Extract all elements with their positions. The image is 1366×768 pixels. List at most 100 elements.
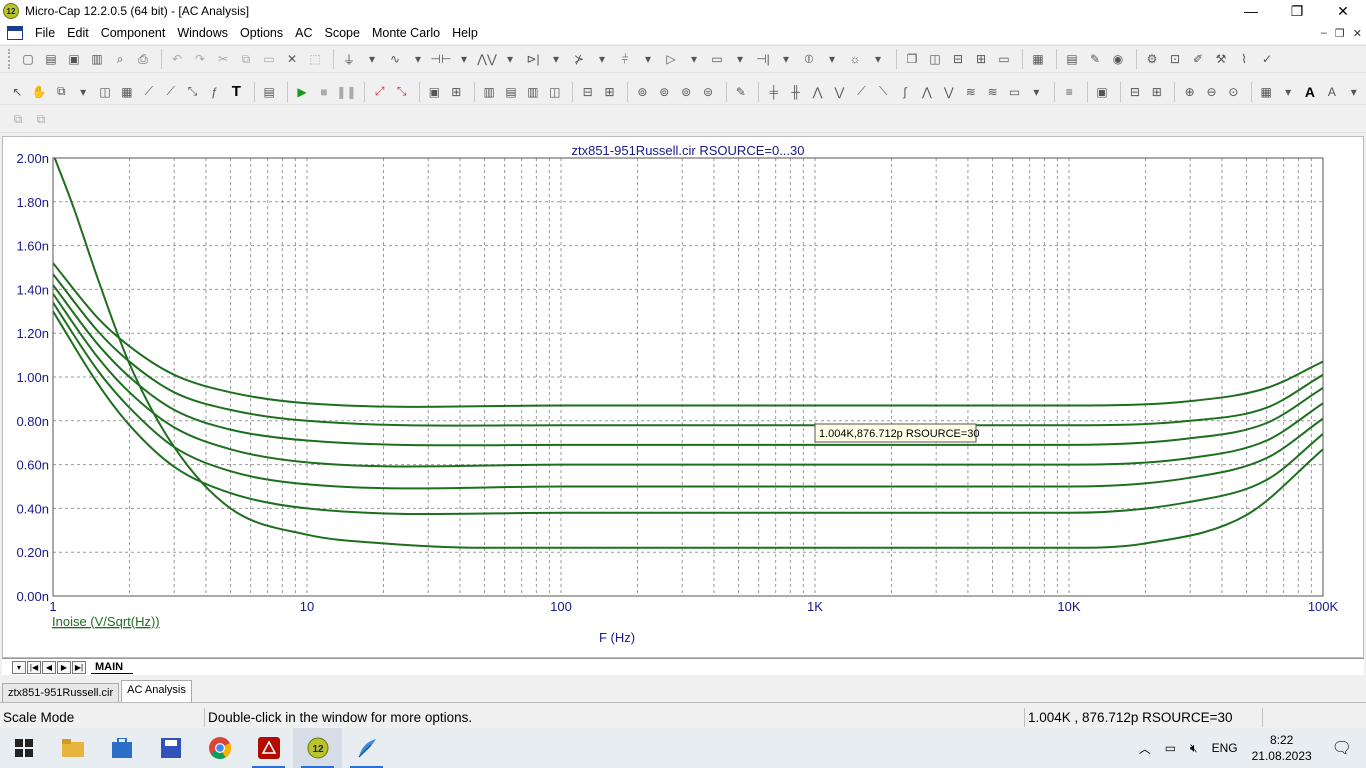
clock[interactable]: 8:22 21.08.2023 <box>1252 732 1312 764</box>
dropdown-arrow-icon[interactable]: ▾ <box>730 49 750 69</box>
ground-component-icon[interactable]: ⏚ <box>339 49 359 69</box>
capacitor-component-icon[interactable]: ⊣⊢ <box>431 49 452 69</box>
bottom-icon[interactable]: ≋ <box>983 82 1002 102</box>
dropdown-arrow-icon[interactable]: ▾ <box>500 49 520 69</box>
inductor-component-icon[interactable]: ∿ <box>385 49 405 69</box>
zoom-out-icon[interactable]: ⊖ <box>1202 82 1221 102</box>
optimize-icon[interactable]: ⤡ <box>392 82 411 102</box>
volume-muted-icon[interactable]: 🔇︎ <box>1190 741 1198 756</box>
split-windows-icon[interactable]: ⊞ <box>971 49 991 69</box>
find-low-icon[interactable]: ⊜ <box>699 82 718 102</box>
open-file-icon[interactable]: ▤ <box>41 49 61 69</box>
stop-icon[interactable]: ■ <box>314 82 333 102</box>
copy-plot-icon[interactable]: ⧉ <box>8 110 28 130</box>
menu-options[interactable]: Options <box>234 26 289 40</box>
run-icon[interactable]: ▶ <box>293 82 312 102</box>
save-all-icon[interactable]: ▥ <box>87 49 107 69</box>
menu-file[interactable]: File <box>29 26 61 40</box>
notifications-icon[interactable]: 🗨︎ <box>1332 738 1352 758</box>
tag-vertical-icon[interactable]: ╫ <box>786 82 805 102</box>
internet-update-icon[interactable]: ◉ <box>1108 49 1128 69</box>
tab-ac-analysis[interactable]: AC Analysis <box>121 680 192 702</box>
plot-layout-2-icon[interactable]: ▤ <box>502 82 521 102</box>
function-icon[interactable]: ƒ <box>205 82 224 102</box>
diode-component-icon[interactable]: ⊳| <box>523 49 543 69</box>
dropdown-arrow-icon[interactable]: ▾ <box>454 49 474 69</box>
tag-horizontal-icon[interactable]: ╪ <box>764 82 783 102</box>
same-x-scales-icon[interactable]: ⊞ <box>1147 82 1166 102</box>
menu-ac[interactable]: AC <box>289 26 318 40</box>
stepping-icon[interactable]: ⤢ <box>370 82 389 102</box>
last-page-icon[interactable]: ▶| <box>72 660 86 674</box>
file-explorer-icon[interactable] <box>48 728 97 768</box>
next-page-icon[interactable]: ▶ <box>57 660 71 674</box>
dropdown-arrow-icon[interactable]: ▾ <box>1344 82 1363 102</box>
language-indicator[interactable]: ENG <box>1212 741 1238 755</box>
new-file-icon[interactable]: ▢ <box>18 49 38 69</box>
paste-plot-icon[interactable]: ⧉ <box>31 110 51 130</box>
performance-icon[interactable]: ⤡ <box>183 82 202 102</box>
component-library-icon[interactable]: ▤ <box>1062 49 1082 69</box>
low-cursor-icon[interactable]: ⟍ <box>874 82 893 102</box>
save-icon[interactable]: ▣ <box>64 49 84 69</box>
dropdown-arrow-icon[interactable]: ▾ <box>684 49 704 69</box>
paste-icon[interactable]: ▭ <box>259 49 279 69</box>
store-icon[interactable] <box>97 728 146 768</box>
zoom-in-icon[interactable]: ⊕ <box>1180 82 1199 102</box>
select-all-icon[interactable]: ⬚ <box>305 49 325 69</box>
find-peak-icon[interactable]: ⊚ <box>633 82 652 102</box>
select-mode-icon[interactable]: ↖ <box>8 82 27 102</box>
menu-component[interactable]: Component <box>95 26 172 40</box>
scroll-dropdown-icon[interactable]: ▾ <box>12 660 26 674</box>
watch-icon[interactable]: ⊞ <box>447 82 466 102</box>
tile-vertical-icon[interactable]: ◫ <box>925 49 945 69</box>
dropdown-arrow-icon[interactable]: ▾ <box>638 49 658 69</box>
print-preview-icon[interactable]: ⌕ <box>110 49 130 69</box>
check-icon[interactable]: ✓ <box>1257 49 1277 69</box>
dropdown-arrow-icon[interactable]: ▾ <box>408 49 428 69</box>
acrobat-icon[interactable] <box>244 728 293 768</box>
tab-main[interactable]: MAIN <box>91 661 134 674</box>
minimize-button[interactable]: — <box>1228 0 1274 22</box>
toolbar-grip[interactable] <box>8 49 12 69</box>
first-page-icon[interactable]: |◀ <box>27 660 41 674</box>
color-palette-icon[interactable]: ▦ <box>1257 82 1276 102</box>
chrome-icon[interactable] <box>195 728 244 768</box>
clipboard-icon[interactable]: ▭ <box>1005 82 1024 102</box>
mdi-minimize-button[interactable]: – <box>1321 27 1327 39</box>
dropdown-arrow-icon[interactable]: ▾ <box>868 49 888 69</box>
feather-app-icon[interactable] <box>342 728 391 768</box>
cut-icon[interactable]: ✂ <box>213 49 233 69</box>
peak-cursor-icon[interactable]: ⋀ <box>808 82 827 102</box>
horizontal-line-icon[interactable]: ⊟ <box>578 82 597 102</box>
global-high-icon[interactable]: ⋀ <box>918 82 937 102</box>
cascade-windows-icon[interactable]: ❐ <box>902 49 922 69</box>
find-high-icon[interactable]: ⊚ <box>677 82 696 102</box>
pan-mode-icon[interactable]: ✋ <box>30 82 49 102</box>
macro-component-icon[interactable]: ▭ <box>707 49 727 69</box>
opamp-component-icon[interactable]: ▷ <box>661 49 681 69</box>
source-component-icon[interactable]: ⦶ <box>799 49 819 69</box>
maximize-window-icon[interactable]: ▭ <box>994 49 1014 69</box>
top-icon[interactable]: ≋ <box>961 82 980 102</box>
model-program-icon[interactable]: ⚙ <box>1142 49 1162 69</box>
cross-hair-icon[interactable]: ⊞ <box>600 82 619 102</box>
plot-layout-1-icon[interactable]: ▥ <box>480 82 499 102</box>
scale-mode-icon[interactable]: ⧉ <box>52 82 71 102</box>
font-icon[interactable]: A <box>1301 82 1320 102</box>
battery-icon[interactable]: ▭ <box>1165 741 1176 755</box>
copy-icon[interactable]: ⧉ <box>236 49 256 69</box>
menu-monte-carlo[interactable]: Monte Carlo <box>366 26 446 40</box>
tools-icon[interactable]: ⚒ <box>1211 49 1231 69</box>
mdi-restore-button[interactable]: ❐ <box>1335 27 1345 40</box>
edit-plot-icon[interactable]: ✎ <box>731 82 750 102</box>
mosfet-component-icon[interactable]: ⫩ <box>615 49 635 69</box>
global-low-icon[interactable]: ⋁ <box>939 82 958 102</box>
zoom-fit-icon[interactable]: ⊙ <box>1224 82 1243 102</box>
floppy-app-icon[interactable] <box>146 728 195 768</box>
redo-icon[interactable]: ↷ <box>190 49 210 69</box>
dropdown-arrow-icon[interactable]: ▾ <box>592 49 612 69</box>
cursor-mode-icon[interactable]: ◫ <box>96 82 115 102</box>
tray-chevron-icon[interactable]: ︿ <box>1139 740 1151 757</box>
shape-editor-icon[interactable]: ✐ <box>1188 49 1208 69</box>
